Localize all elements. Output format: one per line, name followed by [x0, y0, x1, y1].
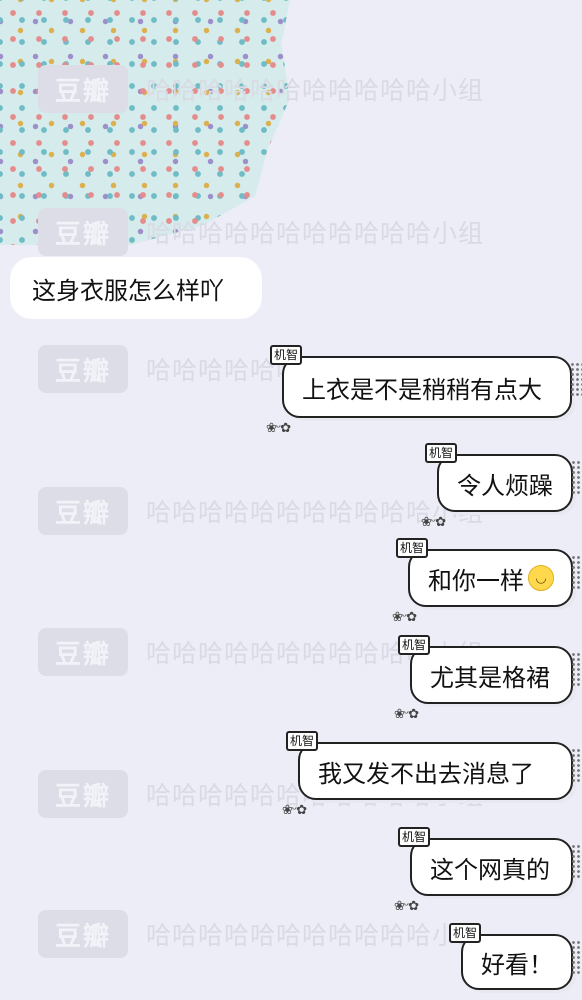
message-text: 好看！: [481, 950, 553, 979]
watermark-logo: 豆瓣: [38, 345, 128, 393]
decoration-icon: ❀ᵕ✿: [282, 803, 307, 818]
message-tag: 机智: [398, 635, 431, 655]
slightly-smiling-face-icon: ◡: [528, 565, 554, 591]
watermark-text: 哈哈哈哈哈哈哈哈哈哈哈小组: [146, 921, 485, 950]
outgoing-message-bubble[interactable]: 机智 好看！: [449, 923, 582, 990]
watermark-logo: 豆瓣: [38, 910, 128, 958]
message-text: 这身衣服怎么样吖: [32, 276, 224, 305]
watermark-logo: 豆瓣: [38, 770, 128, 818]
decoration-icon: ❀ᵕ✿: [421, 515, 446, 530]
message-tag: 机智: [449, 923, 482, 943]
decoration-icon: ❀ᵕ✿: [394, 899, 419, 914]
watermark-logo: 豆瓣: [38, 487, 128, 535]
message-text: 上衣是不是稍稍有点大: [302, 375, 542, 404]
decoration-icon: ❀ᵕ✿: [266, 421, 291, 436]
incoming-message-bubble[interactable]: 这身衣服怎么样吖: [10, 257, 262, 319]
message-text: 这个网真的: [430, 855, 550, 884]
message-tag: 机智: [425, 443, 458, 463]
message-text: 尤其是格裙: [430, 663, 550, 692]
watermark-logo: 豆瓣: [38, 628, 128, 676]
decoration-icon: ❀ᵕ✿: [392, 610, 417, 625]
outgoing-message-bubble[interactable]: 机智 上衣是不是稍稍有点大 ❀ᵕ✿: [266, 345, 582, 436]
message-text: 令人烦躁: [457, 471, 553, 500]
outgoing-message-bubble[interactable]: 机智 令人烦躁 ❀ᵕ✿: [421, 443, 582, 530]
decoration-icon: ❀ᵕ✿: [394, 707, 419, 722]
message-tag: 机智: [270, 345, 303, 365]
outgoing-message-bubble[interactable]: 机智 尤其是格裙 ❀ᵕ✿: [394, 635, 582, 722]
message-text: 我又发不出去消息了: [318, 759, 534, 788]
message-tag: 机智: [286, 731, 319, 751]
watermark: 豆瓣 哈哈哈哈哈哈哈哈哈哈哈小组: [38, 910, 484, 958]
outgoing-message-bubble[interactable]: 机智 这个网真的 ❀ᵕ✿: [394, 827, 582, 914]
watermark: 豆瓣 哈哈哈哈哈哈哈哈哈哈哈小组: [38, 487, 484, 535]
message-tag: 机智: [398, 827, 431, 847]
outgoing-message-bubble[interactable]: 机智 和你一样 ◡ ❀ᵕ✿: [392, 538, 582, 625]
outgoing-message-bubble[interactable]: 机智 我又发不出去消息了 ❀ᵕ✿: [282, 731, 582, 818]
polka-dot-photo[interactable]: [0, 0, 290, 245]
message-text: 和你一样: [428, 566, 524, 595]
message-tag: 机智: [396, 538, 429, 558]
